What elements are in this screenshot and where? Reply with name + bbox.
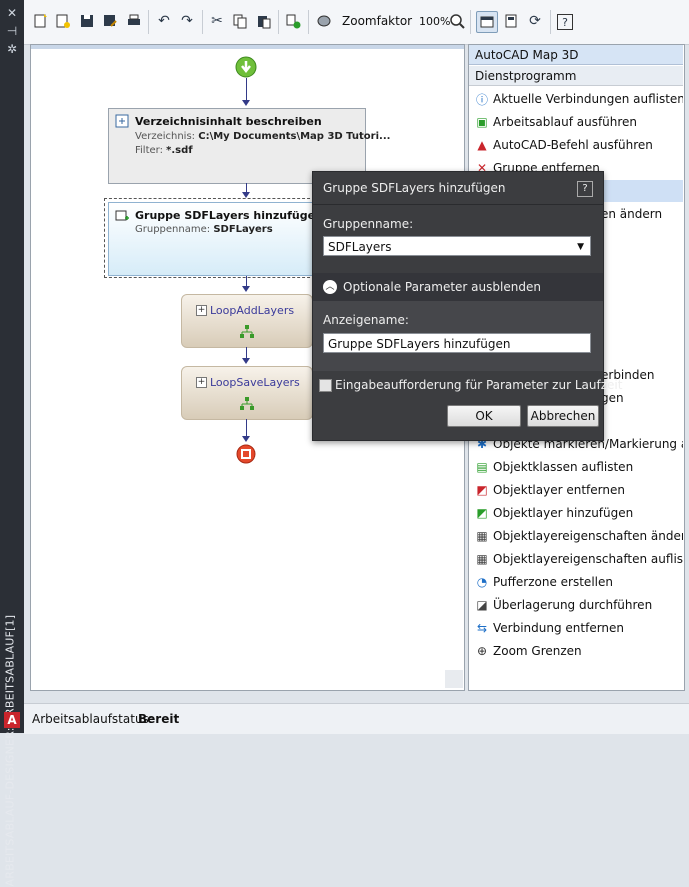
pin-icon[interactable]: ⊣ xyxy=(5,24,19,38)
panel-item-edit-layer-props[interactable]: ▦ Objektlayereigenschaften ändern xyxy=(474,525,683,547)
panel-item-disconnect[interactable]: ⇆ Verbindung entfernen xyxy=(474,617,683,639)
directory-label: Verzeichnis: xyxy=(135,131,196,142)
loop-title: LoopAddLayers xyxy=(210,304,295,317)
optional-params-toggle[interactable]: ︿ Optionale Parameter ausblenden xyxy=(313,273,603,301)
cut-icon[interactable]: ✂ xyxy=(208,12,226,30)
panel-item-autocad-command[interactable]: ▲ AutoCAD-Befehl ausführen xyxy=(474,134,683,156)
disconnect-icon: ⇆ xyxy=(476,621,488,635)
add-group-dialog: Gruppe SDFLayers hinzufügen ? Gruppennam… xyxy=(312,171,622,441)
panel-item-add-layer[interactable]: ◩ Objektlayer hinzufügen xyxy=(474,502,683,524)
overlay-icon: ◪ xyxy=(476,598,488,612)
zoom-label: Zoomfaktor xyxy=(342,14,413,28)
loop-add-layers[interactable]: + LoopAddLayers xyxy=(181,294,313,348)
designer-side-strip: ✕ ⊣ ✲ ARBEITSABLAUF-DESIGNER: ARBEITSABL… xyxy=(0,0,24,887)
panel-item-zoom-extents[interactable]: ⊕ Zoom Grenzen xyxy=(474,640,683,662)
status-bar: Arbeitsablaufstatus: Bereit xyxy=(24,703,689,734)
toolbar: ↶ ↷ ✂ Zoomfaktor 100% ⟳ ? xyxy=(24,0,689,45)
loop-hierarchy-icon xyxy=(240,397,254,411)
chevron-up-icon[interactable]: ︿ xyxy=(323,280,337,294)
copy-icon[interactable] xyxy=(231,12,249,30)
zoom-value[interactable]: 100% xyxy=(419,15,450,28)
display-name-label: Anzeigename: xyxy=(323,313,409,327)
print-icon[interactable] xyxy=(125,12,143,30)
describe-directory-icon xyxy=(115,114,129,128)
panel-category-header[interactable]: AutoCAD Map 3D xyxy=(469,45,683,65)
autocad-command-icon: ▲ xyxy=(477,138,487,152)
group-label: Gruppenname: xyxy=(135,224,211,235)
paste-icon[interactable] xyxy=(255,12,273,30)
buffer-icon: ◔ xyxy=(476,575,488,589)
optional-params-label: Optionale Parameter ausblenden xyxy=(343,280,541,294)
group-name-label: Gruppenname: xyxy=(323,217,414,231)
info-list-icon: ⓘ xyxy=(475,92,488,107)
refresh-icon[interactable]: ⟳ xyxy=(526,12,544,30)
cancel-button[interactable]: Abbrechen xyxy=(527,405,599,427)
end-node-icon[interactable] xyxy=(236,444,256,464)
autocad-logo-icon: A xyxy=(4,712,20,728)
run-workflow-icon[interactable] xyxy=(284,12,302,30)
expand-icon[interactable]: + xyxy=(196,377,207,388)
workflow-run-icon: ▣ xyxy=(476,115,488,129)
save-as-icon[interactable] xyxy=(101,12,119,30)
object-classes-icon: ▤ xyxy=(476,460,488,474)
close-icon[interactable]: ✕ xyxy=(5,6,19,20)
panel-item-list-layer-props[interactable]: ▦ Objektlayereigenschaften auflisten xyxy=(474,548,683,570)
settings-icon[interactable]: ✲ xyxy=(5,42,19,56)
layer-props-edit-icon: ▦ xyxy=(476,529,488,543)
zoom-search-icon[interactable] xyxy=(448,12,466,30)
new-workflow-icon[interactable] xyxy=(32,12,50,30)
prompt-params-checkbox[interactable] xyxy=(319,379,332,392)
panel-item-buffer[interactable]: ◔ Pufferzone erstellen xyxy=(474,571,683,593)
panel-item-run-workflow[interactable]: ▣ Arbeitsablauf ausführen xyxy=(474,111,683,133)
chevron-down-icon[interactable]: ▼ xyxy=(577,237,584,257)
group-value: SDFLayers xyxy=(213,224,273,235)
new-from-template-icon[interactable] xyxy=(54,12,72,30)
window-title: ARBEITSABLAUF-DESIGNER: ARBEITSABLAUF[1] xyxy=(3,614,17,887)
add-group-icon xyxy=(115,208,129,222)
activity-add-group[interactable]: Gruppe SDFLayers hinzufügen Gruppenname:… xyxy=(108,202,323,276)
scrollbar-corner xyxy=(445,670,463,688)
activity-title: Verzeichnisinhalt beschreiben xyxy=(135,115,322,128)
canvas-header-bar xyxy=(31,45,464,49)
properties-icon[interactable] xyxy=(502,12,520,30)
toggle-panel-icon[interactable] xyxy=(476,11,498,33)
help-button[interactable]: ? xyxy=(577,181,593,197)
dialog-title: Gruppe SDFLayers hinzufügen xyxy=(323,181,506,195)
filter-value: *.sdf xyxy=(166,145,193,156)
panel-item-object-classes[interactable]: ▤ Objektklassen auflisten xyxy=(474,456,683,478)
expand-icon[interactable]: + xyxy=(196,305,207,316)
undo-icon[interactable]: ↶ xyxy=(155,12,173,30)
panel-subcategory-header[interactable]: Dienstprogramm xyxy=(469,66,683,86)
directory-value: C:\My Documents\Map 3D Tutori... xyxy=(198,131,391,142)
optional-params-section: Anzeigename: Gruppe SDFLayers hinzufügen xyxy=(313,301,603,371)
loop-save-layers[interactable]: + LoopSaveLayers xyxy=(181,366,313,420)
group-name-combobox[interactable]: SDFLayers ▼ xyxy=(323,236,591,256)
layer-props-list-icon: ▦ xyxy=(476,552,488,566)
redo-icon[interactable]: ↷ xyxy=(178,12,196,30)
ok-button[interactable]: OK xyxy=(447,405,521,427)
panel-item-overlay[interactable]: ◪ Überlagerung durchführen xyxy=(474,594,683,616)
start-node-icon[interactable] xyxy=(235,56,257,78)
save-icon[interactable] xyxy=(78,12,96,30)
zoom-hand-icon[interactable] xyxy=(315,12,333,30)
loop-title: LoopSaveLayers xyxy=(210,376,300,389)
activity-title: Gruppe SDFLayers hinzufügen xyxy=(135,209,323,222)
zoom-extents-icon: ⊕ xyxy=(476,644,488,658)
panel-item-list-connections[interactable]: ⓘ Aktuelle Verbindungen auflisten xyxy=(474,88,683,110)
layer-remove-icon: ◩ xyxy=(476,483,488,497)
prompt-params-label: Eingabeaufforderung für Parameter zur La… xyxy=(335,378,623,392)
display-name-input[interactable]: Gruppe SDFLayers hinzufügen xyxy=(323,333,591,353)
layer-add-icon: ◩ xyxy=(476,506,488,520)
filter-label: Filter: xyxy=(135,145,163,156)
status-value: Bereit xyxy=(138,712,180,726)
help-icon[interactable]: ? xyxy=(557,14,573,30)
panel-item-remove-layer[interactable]: ◩ Objektlayer entfernen xyxy=(474,479,683,501)
status-label: Arbeitsablaufstatus: xyxy=(32,712,153,726)
loop-hierarchy-icon xyxy=(240,325,254,339)
